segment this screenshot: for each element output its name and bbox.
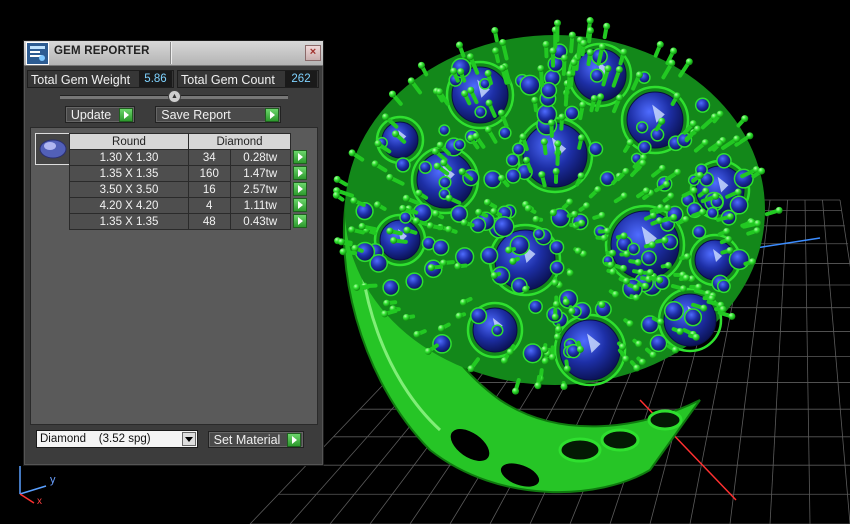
play-arrow-icon[interactable] [293, 181, 307, 196]
gem-count-cell: 34 [188, 149, 231, 166]
total-gem-count-value: 262 [285, 71, 317, 87]
axis-y-label: y [50, 474, 56, 486]
gem-weight-cell: 0.28tw [229, 149, 291, 166]
material-select-value: Diamond (3.52 spg) [40, 433, 151, 445]
gem-thumbnail[interactable] [35, 133, 71, 165]
gem-reporter-panel: GEM REPORTER × Total Gem Weight 5.86 Tot… [23, 40, 324, 466]
table-row[interactable]: 1.30 X 1.30 34 0.28tw [69, 149, 310, 166]
gem-count-cell: 16 [188, 181, 231, 198]
gem-size-cell: 3.50 X 3.50 [69, 181, 189, 198]
gem-size-cell: 1.35 X 1.35 [69, 165, 189, 182]
play-arrow-icon [119, 108, 133, 122]
gem-reporter-app-icon [26, 42, 49, 65]
gem-table: Round Diamond 1.30 X 1.30 34 0.28tw 1.35… [69, 133, 310, 230]
set-material-button-label: Set Material [213, 433, 281, 447]
ring-model [332, 17, 783, 494]
play-arrow-icon [265, 108, 279, 122]
save-report-button[interactable]: Save Report [155, 106, 281, 123]
gem-size-cell: 1.35 X 1.35 [69, 213, 189, 230]
gem-size-cell: 4.20 X 4.20 [69, 197, 189, 214]
table-row[interactable]: 1.35 X 1.35 160 1.47tw [69, 165, 310, 182]
chevron-down-icon[interactable] [182, 432, 196, 446]
column-header-material: Diamond [188, 133, 291, 150]
axis-gizmo [19, 466, 47, 504]
table-row[interactable]: 1.35 X 1.35 48 0.43tw [69, 213, 310, 230]
title-bar[interactable]: GEM REPORTER × [24, 41, 323, 66]
play-arrow-icon[interactable] [293, 213, 307, 228]
update-button[interactable]: Update [65, 106, 135, 123]
gem-weight-cell: 1.47tw [229, 165, 291, 182]
table-row[interactable]: 3.50 X 3.50 16 2.57tw [69, 181, 310, 198]
play-arrow-icon[interactable] [293, 149, 307, 164]
play-arrow-icon[interactable] [293, 197, 307, 212]
play-arrow-icon [287, 433, 301, 447]
column-header-shape: Round [69, 133, 189, 150]
total-gem-weight-value: 5.86 [139, 71, 172, 87]
gem-weight-cell: 2.57tw [229, 181, 291, 198]
gem-weight-cell: 0.43tw [229, 213, 291, 230]
gem-count-cell: 4 [188, 197, 231, 214]
play-arrow-icon[interactable] [293, 165, 307, 180]
save-report-button-label: Save Report [161, 108, 231, 122]
total-gem-count-label: Total Gem Count [181, 73, 275, 87]
gem-count-cell: 160 [188, 165, 231, 182]
update-button-label: Update [70, 108, 112, 122]
close-icon[interactable]: × [305, 45, 321, 61]
gem-count-cell: 48 [188, 213, 231, 230]
total-gem-weight-label: Total Gem Weight [31, 73, 131, 87]
window-title: GEM REPORTER [54, 45, 150, 57]
axis-x-label: x [37, 496, 42, 507]
gem-list-area: Round Diamond 1.30 X 1.30 34 0.28tw 1.35… [30, 127, 318, 425]
table-row[interactable]: 4.20 X 4.20 4 1.11tw [69, 197, 310, 214]
size-slider-handle[interactable]: ▲ [168, 90, 181, 103]
table-header-row: Round Diamond [69, 133, 310, 150]
material-select[interactable]: Diamond (3.52 spg) [36, 430, 198, 448]
gem-weight-cell: 1.11tw [229, 197, 291, 214]
set-material-button[interactable]: Set Material [208, 431, 304, 448]
gem-size-cell: 1.30 X 1.30 [69, 149, 189, 166]
title-divider [170, 42, 171, 64]
